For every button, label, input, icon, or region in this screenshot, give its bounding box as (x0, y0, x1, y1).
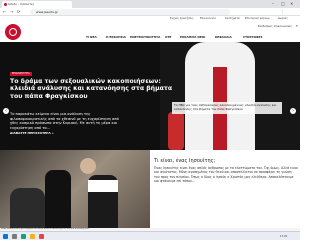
photo-person-center (45, 170, 71, 231)
slider-prev-icon[interactable]: ‹ (3, 108, 9, 114)
close-icon[interactable]: × (290, 1, 293, 7)
section-title: Τι είναι, ένας Ιησουίτης; (154, 158, 216, 164)
taskbar: 17:20 (0, 231, 300, 240)
maximize-icon[interactable]: □ (281, 1, 285, 7)
nav-item-youth[interactable]: ΕΚΚΛΗΣΙΑ ΝΕΟΙ (180, 35, 205, 39)
hero-title[interactable]: Το δράμα των σεξουαλικών κακοποιήσεων: κ… (10, 78, 180, 100)
tab-bar: Ινσιδε - Ιησουίτες – □ × (0, 0, 300, 8)
app-icon[interactable] (21, 234, 26, 239)
hero-excerpt: Το παρακάτω κείμενο είναι μια ανάλυση τη… (10, 112, 119, 130)
nav-item-news[interactable]: ΤΙ ΝΕΑ (86, 35, 97, 39)
search-icon[interactable]: ⌕ (296, 23, 298, 28)
address-bar: ← → ⟳ www.jesuits.gr ⋮ (0, 8, 300, 16)
tab-label: Ινσιδε - Ιησουίτες (8, 2, 35, 6)
start-icon[interactable] (3, 234, 8, 239)
url-text: www.jesuits.gr (36, 10, 58, 14)
reload-icon[interactable]: ⟳ (17, 9, 20, 15)
jesuits-logo[interactable] (5, 24, 21, 40)
nav-item-spirituality[interactable]: ΠΝΕΥΜΑΤΙΚΟΤΗΤΑ (130, 35, 160, 39)
section-text: Ένας Ιησουίτης είναι ένας απλός άνθρωπος… (154, 166, 298, 183)
logo-emblem-icon (9, 28, 17, 36)
nav-item-church[interactable]: Η ΕΚΚΛΗΣΙΑ (106, 35, 126, 39)
folder-icon[interactable] (30, 234, 35, 239)
jesuits-photo (0, 150, 150, 231)
photo-person-face (80, 158, 96, 174)
back-icon[interactable]: ← (3, 9, 6, 15)
chrome-icon[interactable] (39, 234, 44, 239)
header-contact-link[interactable]: Σύνδεσμος επικοινωνίας (258, 24, 292, 28)
hero-photo-flowers (168, 112, 184, 150)
nav-item-chapters[interactable]: ΚΕΦΑΛΑΙΑ (215, 35, 232, 39)
about-section: Τι είναι, ένας Ιησουίτης; Ένας Ιησουίτης… (0, 150, 300, 231)
site-header: Σύνδεσμος επικοινωνίας ⌕ ΤΙ ΝΕΑ Η ΕΚΚΛΗΣ… (0, 22, 300, 42)
slider-dots (140, 143, 167, 150)
nav-item-companions[interactable]: ΣΥΝΤΡΟΦΕΣ (243, 35, 262, 39)
browser-tab[interactable]: Ινσιδε - Ιησουίτες (2, 1, 72, 8)
category-badge[interactable]: ΕΠΙΚΑΙΡΟΤΗΤΑ (10, 72, 32, 76)
read-more-link[interactable]: ΔΙΑΒΑΣΤΕ ΠΕΡΙΣΣΟΤΕΡΑ » (10, 131, 54, 135)
photo-caption: Τα ΠΒα για τους σεξουαλικούς κακοποιημέν… (172, 102, 282, 114)
slider-next-icon[interactable]: › (290, 108, 296, 114)
hero-slider: ΕΠΙΚΑΙΡΟΤΗΤΑ Το δράμα των σεξουαλικών κα… (0, 42, 300, 150)
menu-icon[interactable]: ⋮ (280, 9, 284, 15)
forward-icon[interactable]: → (10, 9, 13, 15)
site-favicon-icon (4, 3, 7, 6)
search-taskbar-icon[interactable] (12, 234, 17, 239)
minimize-icon[interactable]: – (272, 1, 274, 7)
url-input[interactable]: www.jesuits.gr (30, 9, 230, 15)
photo-person-left (10, 188, 45, 231)
photo-cloth (88, 180, 118, 192)
nav-item-ote[interactable]: ΟΤΕ (165, 35, 171, 39)
